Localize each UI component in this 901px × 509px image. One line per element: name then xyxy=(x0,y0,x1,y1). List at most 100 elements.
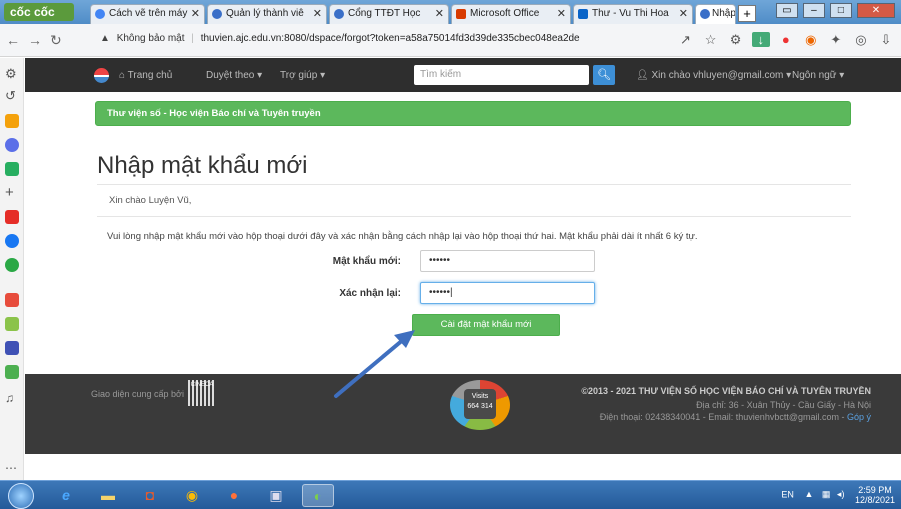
grid-icon[interactable] xyxy=(5,341,19,355)
site-icon xyxy=(334,9,344,19)
home-icon: ⌂ xyxy=(119,70,128,81)
address-bar-row: ← → ↻ ▲ Không bảo mật | thuvien.ajc.edu.… xyxy=(0,24,901,57)
extension-icon[interactable]: ⚙ xyxy=(727,32,745,48)
divider xyxy=(97,216,851,217)
paint-icon[interactable]: ▣ xyxy=(260,484,292,507)
tab-microsoft-office[interactable]: Microsoft Office ✕ xyxy=(451,4,571,24)
window-controls: ▭ – □ ✕ xyxy=(774,3,895,18)
tab-nhap-mat-khau[interactable]: Nhập mật khẩu xyxy=(695,4,736,24)
pin-icon[interactable]: ● xyxy=(777,32,795,47)
game-icon[interactable] xyxy=(5,162,19,176)
more-icon[interactable]: ⋯ xyxy=(5,461,19,475)
search-button[interactable]: 🔍︎ xyxy=(593,65,615,85)
maximize-button[interactable]: □ xyxy=(829,3,852,18)
app-icon[interactable] xyxy=(5,258,19,272)
folder-icon[interactable]: ▬ xyxy=(92,484,124,507)
forward-icon[interactable]: → xyxy=(28,32,42,48)
help-menu[interactable]: Trợ giúp ▾ xyxy=(280,70,325,81)
close-window-button[interactable]: ✕ xyxy=(857,3,895,18)
clock-date: 12/8/2021 xyxy=(854,495,895,505)
bookmark-star-icon[interactable]: ☆ xyxy=(702,32,720,48)
minimize-button[interactable]: – xyxy=(802,3,825,18)
language-menu[interactable]: Ngôn ngữ ▾ xyxy=(792,70,844,81)
coccoc-brand-button[interactable]: cốc cốc xyxy=(4,3,74,21)
sheet-icon[interactable] xyxy=(5,365,19,379)
tab-cong-ttdt[interactable]: Cổng TTĐT Học ✕ xyxy=(329,4,449,24)
visits-count: 664 314 xyxy=(467,403,493,410)
close-icon[interactable]: ✕ xyxy=(435,5,444,23)
leaf-icon[interactable] xyxy=(5,317,19,331)
back-icon[interactable]: ← xyxy=(6,32,20,48)
add-icon[interactable]: + xyxy=(5,185,19,200)
messenger-icon[interactable] xyxy=(5,138,19,152)
office-taskbar-icon[interactable]: ◘ xyxy=(134,484,166,507)
office-icon xyxy=(456,9,466,19)
close-icon[interactable]: ✕ xyxy=(557,5,566,23)
security-label: Không bảo mật xyxy=(116,33,185,44)
coccoc-icon[interactable]: ◉ xyxy=(802,32,820,48)
tab-label: Cổng TTĐT Học xyxy=(348,8,421,19)
tab-quan-ly[interactable]: Quản lý thành viê ✕ xyxy=(207,4,327,24)
search-input[interactable]: Tìm kiếm xyxy=(414,65,589,85)
url-field[interactable]: ▲ Không bảo mật | thuvien.ajc.edu.vn:808… xyxy=(100,33,580,44)
new-password-field[interactable]: •••••• xyxy=(420,250,595,272)
confirm-password-field[interactable]: ••••••| xyxy=(420,282,595,304)
notification-bell-icon[interactable]: ♫ xyxy=(5,391,19,405)
tray-arrow-icon[interactable]: ▲ xyxy=(804,489,813,499)
search-icon: 🔍︎ xyxy=(597,69,611,81)
ie-icon[interactable]: e xyxy=(50,484,82,507)
share-icon[interactable]: ↗ xyxy=(677,32,695,48)
set-new-password-button[interactable]: Cài đặt mật khẩu mới xyxy=(412,314,560,336)
facebook-icon[interactable] xyxy=(5,234,19,248)
tab-label: Microsoft Office xyxy=(470,8,540,19)
greeting-text: Xin chào Luyện Vũ, xyxy=(109,195,192,206)
start-button[interactable] xyxy=(8,483,34,509)
clock[interactable]: 2:59 PM 12/8/2021 xyxy=(855,485,895,505)
site-banner: Thư viện số - Học viện Báo chí và Tuyên … xyxy=(95,101,851,126)
coccoc-taskbar-icon[interactable]: ◐ xyxy=(302,484,334,507)
browser-tab-strip: cốc cốc Cách vẽ trên máy ✕ Quản lý thành… xyxy=(0,0,901,24)
site-navbar: ⌂ Trang chủ Duyệt theo ▾ Trợ giúp ▾ Tìm … xyxy=(25,58,901,92)
warning-icon: ▲ xyxy=(100,33,110,44)
reload-icon[interactable]: ↻ xyxy=(50,32,62,49)
network-icon[interactable]: ▦ xyxy=(822,489,831,499)
firefox-icon[interactable]: ● xyxy=(218,484,250,507)
contact-text: Điện thoại: 02438340041 - Email: thuvien… xyxy=(599,412,847,422)
tab-thu[interactable]: Thư - Vu Thi Hoa ✕ xyxy=(573,4,693,24)
site-footer: Giao diện cung cấp bởi CINECA Visits 664… xyxy=(25,374,901,454)
visits-label: Visits xyxy=(471,393,489,400)
web-page: ⌂ Trang chủ Duyệt theo ▾ Trợ giúp ▾ Tìm … xyxy=(25,58,901,480)
google-icon xyxy=(95,9,105,19)
calendar-icon[interactable] xyxy=(5,293,19,307)
user-menu[interactable]: 👤︎ Xin chào vhluyen@gmail.com ▾ xyxy=(636,70,791,81)
site-icon xyxy=(700,9,710,19)
crown-icon[interactable] xyxy=(5,114,19,128)
clock-time: 2:59 PM xyxy=(858,485,892,495)
download-icon[interactable]: ↓ xyxy=(751,32,770,47)
downloads-tray-icon[interactable]: ⇩ xyxy=(877,32,895,48)
library-logo[interactable] xyxy=(94,68,109,83)
url-text: thuvien.ajc.edu.vn:8080/dspace/forgot?to… xyxy=(200,33,580,44)
tab-label: Nhập mật khẩu xyxy=(712,8,736,19)
user-icon: 👤︎ xyxy=(636,70,652,81)
history-icon[interactable]: ↺ xyxy=(5,88,19,103)
volume-icon[interactable]: ◂) xyxy=(837,489,845,499)
cineca-logo[interactable]: CINECA xyxy=(188,380,216,406)
address-bar-icons: ↗ ☆ ⚙ ↓ ● ◉ ✦ ◎ ⇩ xyxy=(673,32,896,48)
settings-icon[interactable]: ⚙ xyxy=(5,66,19,81)
extensions-puzzle-icon[interactable]: ✦ xyxy=(827,32,845,48)
close-icon[interactable]: ✕ xyxy=(679,5,688,23)
language-indicator[interactable]: EN xyxy=(781,489,794,499)
close-icon[interactable]: ✕ xyxy=(191,5,200,23)
home-link[interactable]: ⌂ Trang chủ xyxy=(119,70,172,81)
new-tab-button[interactable]: + xyxy=(738,5,756,22)
youtube-icon[interactable] xyxy=(5,210,19,224)
browser-sidebar: ⚙ ↺ + ♫ ⋯ xyxy=(0,58,24,480)
window-menu-icon[interactable]: ▭ xyxy=(775,3,798,18)
chrome-icon[interactable]: ◉ xyxy=(176,484,208,507)
tab-cach-ve[interactable]: Cách vẽ trên máy ✕ xyxy=(90,4,205,24)
browse-menu[interactable]: Duyệt theo ▾ xyxy=(206,70,262,81)
account-icon[interactable]: ◎ xyxy=(852,32,870,48)
feedback-link[interactable]: Góp ý xyxy=(847,412,871,422)
close-icon[interactable]: ✕ xyxy=(313,5,322,23)
